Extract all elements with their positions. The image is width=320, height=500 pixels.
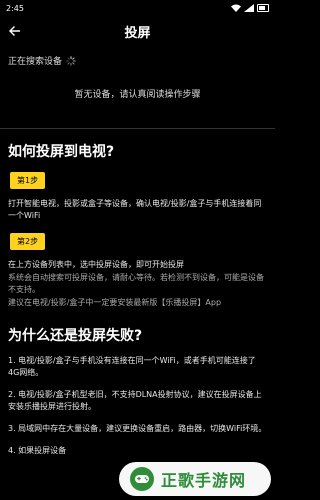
watermark-text: 正歌手游网 xyxy=(161,471,247,490)
faq-item: 2. 电视/投影/盒子机型老旧，不支持DLNA投射协议，建议在投屏设备上安装乐播… xyxy=(8,390,262,411)
empty-device-message: 暂无设备，请认真阅读操作步骤 xyxy=(74,90,201,100)
site-watermark: 正歌手游网 xyxy=(119,462,271,496)
faq-title: 为什么还是投屏失败? xyxy=(8,328,143,344)
wifi-icon xyxy=(231,4,241,12)
faq-item: 1. 电视/投影/盒子与手机没有连接在同一个WiFi，或者手机可能连接了4G网络… xyxy=(8,356,256,377)
step1-text: 打开智能电视，投影或盒子等设备，确认电视/投影/盒子与手机连接着同一个WiFi xyxy=(8,199,262,220)
gamepad-logo-icon xyxy=(130,467,154,491)
page-title: 投屏 xyxy=(124,25,151,41)
status-time: 2:45 xyxy=(6,3,24,13)
search-status-text: 正在搜索设备 xyxy=(8,57,63,67)
step2-note: 系统会自动搜索可投屏设备，请耐心等待。若检测不到设备，可能是设备不支持。 xyxy=(8,273,264,294)
step2-text: 在上方设备列表中，选中投屏设备，即可开始投屏 xyxy=(8,260,184,269)
search-status: 正在搜索设备 xyxy=(0,46,275,67)
status-bar: 2:45 xyxy=(0,0,275,16)
battery-icon xyxy=(257,4,269,12)
faq-item: 3. 局域网中存在大量设备，建议更换设备重启，路由器，切换WiFi环境。 xyxy=(8,424,267,433)
divider xyxy=(0,128,275,129)
guide-title: 如何投屏到电视? xyxy=(8,144,115,160)
step2-badge: 第2步 xyxy=(10,233,46,250)
step1-badge: 第1步 xyxy=(10,172,46,189)
status-icons xyxy=(231,4,269,12)
signal-icon xyxy=(244,4,254,12)
app-header: 投屏 xyxy=(0,16,275,46)
faq-item: 4. 如果投屏设备 xyxy=(8,446,67,455)
step2-recommend: 建议在电视/投影/盒子中一定要安装最新版【乐播投屏】App xyxy=(8,298,222,307)
loading-spinner-icon xyxy=(66,55,76,66)
